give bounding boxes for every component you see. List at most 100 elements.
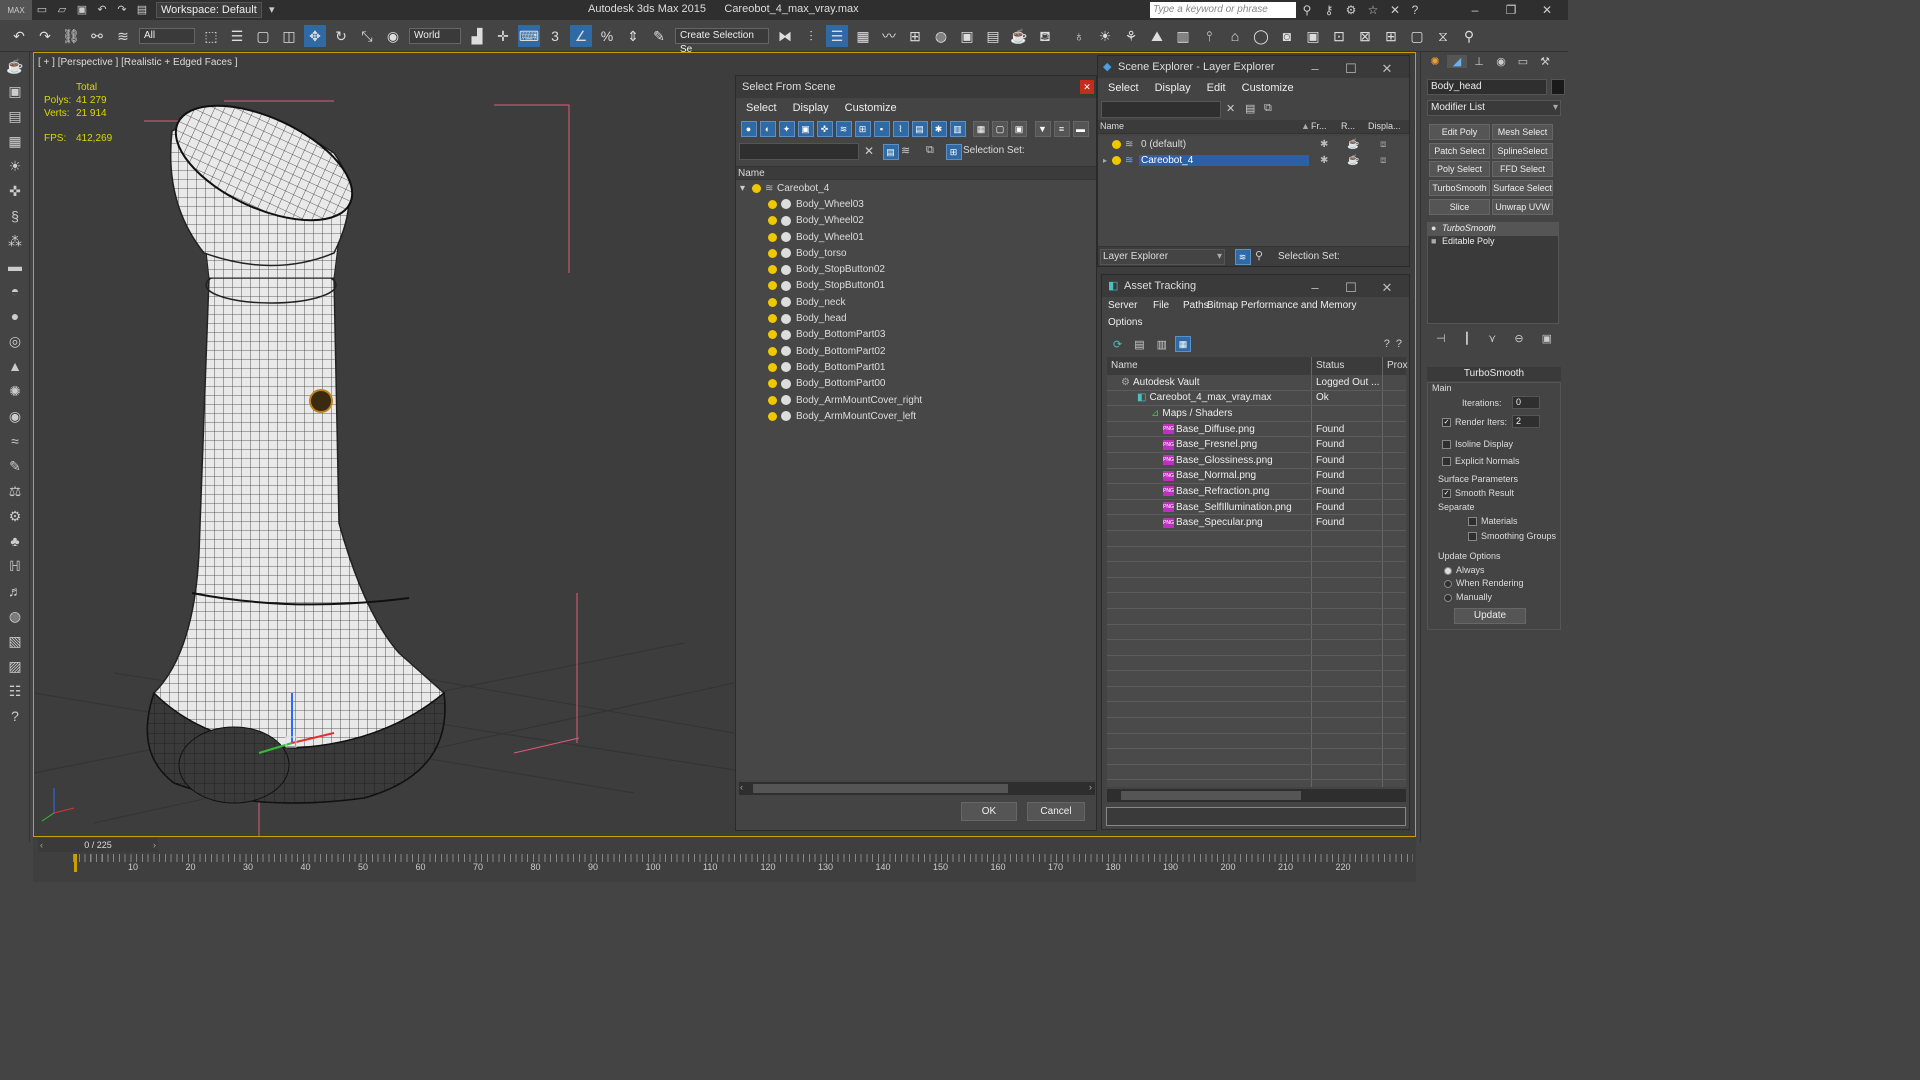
hemisphere-icon[interactable]: ◓ — [4, 280, 26, 302]
light-bulb-icon[interactable] — [768, 281, 777, 291]
modifier-button[interactable]: Poly Select — [1429, 161, 1490, 178]
scrollbar-thumb[interactable] — [753, 784, 1008, 793]
asset-row[interactable]: PNG Base_Normal.png Found — [1107, 469, 1406, 485]
minimize-icon[interactable]: – — [1297, 277, 1333, 299]
isoline-checkbox[interactable] — [1442, 440, 1451, 450]
camera-icon[interactable]: ⊠ — [1354, 25, 1376, 47]
scene-object-row[interactable]: Body_Wheel01 — [736, 229, 1096, 245]
scene-object-row[interactable]: Body_head — [736, 310, 1096, 326]
sort-icon[interactable]: ≡ — [1053, 121, 1070, 137]
edit-named-sets-icon[interactable]: ✎ — [648, 25, 670, 47]
new-layer-icon[interactable]: ▤ — [1245, 102, 1255, 115]
panel-icon[interactable]: ▤ — [4, 105, 26, 127]
minimize-icon[interactable]: – — [1460, 1, 1490, 19]
render-iters-spinner[interactable]: 2 — [1512, 415, 1540, 428]
light-bulb-icon[interactable] — [768, 395, 777, 405]
xref-filter-icon[interactable]: ▪ — [873, 121, 890, 137]
modifier-button[interactable]: Unwrap UVW — [1492, 198, 1553, 215]
restore-icon[interactable]: ❐ — [1496, 1, 1526, 19]
scroll-right-icon[interactable]: › — [1089, 782, 1092, 792]
asset-row[interactable]: ⊿ Maps / Shaders — [1107, 406, 1406, 422]
asset-row[interactable]: ⚙ Autodesk Vault Logged Out ... — [1107, 375, 1406, 391]
layer-manager-icon[interactable]: ☰ — [826, 24, 848, 47]
rect-selection-icon[interactable]: ▢ — [252, 25, 274, 47]
menu-server[interactable]: Server — [1108, 300, 1137, 311]
update-button[interactable]: Update — [1454, 608, 1526, 624]
asset-row[interactable]: ◧ Careobot_4_max_vray.max Ok — [1107, 391, 1406, 407]
show-end-result-icon[interactable]: ┃ — [1464, 332, 1471, 348]
invert-display-icon[interactable]: ▣ — [1011, 121, 1027, 137]
list-icon[interactable]: ☷ — [4, 680, 26, 702]
clear-search-icon[interactable]: ✕ — [864, 144, 874, 158]
disc-icon[interactable]: ◉ — [4, 405, 26, 427]
percent-snap-icon[interactable]: % — [596, 25, 618, 47]
expand-icon[interactable]: ■ — [1431, 236, 1436, 246]
helper-icon[interactable]: ✜ — [4, 180, 26, 202]
freeze-icon[interactable]: ✱ — [1320, 155, 1328, 166]
grass-icon[interactable]: ♣ — [4, 530, 26, 552]
unlink-icon[interactable]: ⚯ — [86, 25, 108, 47]
hidden-filter-icon[interactable]: ▥ — [949, 121, 966, 137]
layer-row[interactable]: ▸ ≋ Careobot_4 ✱ ☕ ⧈ — [1098, 152, 1409, 168]
ok-button[interactable]: OK — [961, 802, 1017, 821]
asset-row[interactable]: PNG Base_Fresnel.png Found — [1107, 437, 1406, 453]
explorer-type-dropdown[interactable]: Layer Explorer ▾ — [1100, 249, 1225, 265]
help-tip-icon[interactable]: ? — [1396, 338, 1402, 350]
light-bulb-icon[interactable] — [768, 199, 777, 209]
keyboard-shortcut-icon[interactable]: ⌨ — [518, 24, 540, 47]
display-all-icon[interactable]: ▦ — [973, 121, 989, 137]
scale-icon[interactable]: ⤡ — [356, 25, 378, 47]
name-filter-input[interactable] — [739, 143, 859, 160]
col-proxy[interactable]: Prox — [1387, 357, 1408, 375]
asset-row[interactable]: PNG Base_Refraction.png Found — [1107, 484, 1406, 500]
material-editor-icon[interactable]: ◍ — [930, 25, 952, 47]
undo-icon[interactable]: ↶ — [93, 2, 111, 18]
chevron-down-icon[interactable]: ▾ — [263, 2, 281, 18]
shape-filter-icon[interactable]: ◐ — [759, 121, 776, 137]
tree-root[interactable]: ▾ ≋ Careobot_4 — [736, 180, 1096, 196]
container-filter-icon[interactable]: ▤ — [911, 121, 928, 137]
horizontal-scrollbar[interactable]: ‹ › — [739, 782, 1095, 795]
light-bulb-icon[interactable] — [768, 248, 777, 258]
select-move-icon[interactable]: ✥ — [304, 24, 326, 47]
book-icon[interactable]: ▥ — [1172, 25, 1194, 47]
curve-editor-icon[interactable]: 〰 — [878, 25, 900, 47]
smoothing-groups-checkbox[interactable] — [1468, 532, 1477, 542]
render-teapot-icon[interactable]: ☕ — [1347, 139, 1359, 150]
explicit-normals-checkbox[interactable] — [1442, 457, 1451, 467]
asset-row[interactable]: PNG Base_Specular.png Found — [1107, 515, 1406, 531]
stack-icon[interactable]: ⧉ — [926, 144, 934, 157]
frame-ruler[interactable]: 10 20 30 40 50 60 70 80 90 100 110 120 130 140 150 160 1… — [73, 854, 1413, 876]
col-render[interactable]: R... — [1341, 120, 1355, 133]
modify-tab-icon[interactable]: ◢ — [1447, 55, 1467, 68]
modifier-button[interactable]: Surface Select — [1492, 180, 1553, 197]
col-status[interactable]: Status — [1316, 357, 1344, 375]
col-name[interactable]: Name — [1111, 357, 1138, 375]
window-crossing-icon[interactable]: ◫ — [278, 25, 300, 47]
menu-display[interactable]: Display — [1155, 82, 1191, 94]
camera-filter-icon[interactable]: ▣ — [797, 121, 814, 137]
mirror-icon[interactable]: ⧓ — [774, 25, 796, 47]
time-slider[interactable]: ‹ 0 / 225 › — [38, 838, 158, 852]
save-icon[interactable]: ▣ — [73, 2, 91, 18]
display-tab-icon[interactable]: ▭ — [1513, 55, 1533, 68]
render-region-icon[interactable]: ⊡ — [1328, 25, 1350, 47]
scene-object-row[interactable]: Body_Wheel03 — [736, 196, 1096, 212]
scene-object-row[interactable]: Body_ArmMountCover_left — [736, 408, 1096, 424]
stack-item-editable-poly[interactable]: ■ Editable Poly — [1428, 236, 1558, 249]
vfb-icon[interactable]: ▣ — [1302, 25, 1324, 47]
object-name-field[interactable]: Body_head — [1427, 79, 1547, 95]
teapot-icon[interactable]: ☕ — [4, 55, 26, 77]
manipulate-icon[interactable]: ✛ — [492, 25, 514, 47]
scrollbar-thumb[interactable] — [1121, 791, 1301, 800]
light-bulb-icon[interactable] — [768, 411, 777, 421]
select-object-icon[interactable]: ⬚ — [200, 25, 222, 47]
restore-icon[interactable]: ☐ — [1333, 58, 1369, 80]
scene-object-row[interactable]: Body_BottomPart02 — [736, 343, 1096, 359]
connect-icon[interactable]: ⚙ — [1340, 1, 1362, 19]
light-bulb-icon[interactable] — [752, 183, 761, 193]
extra-icon[interactable]: ⚲ — [1458, 25, 1480, 47]
light-bulb-icon[interactable] — [768, 297, 777, 307]
light-icon[interactable]: ♁ — [1068, 25, 1090, 47]
spring-icon[interactable]: § — [4, 205, 26, 227]
